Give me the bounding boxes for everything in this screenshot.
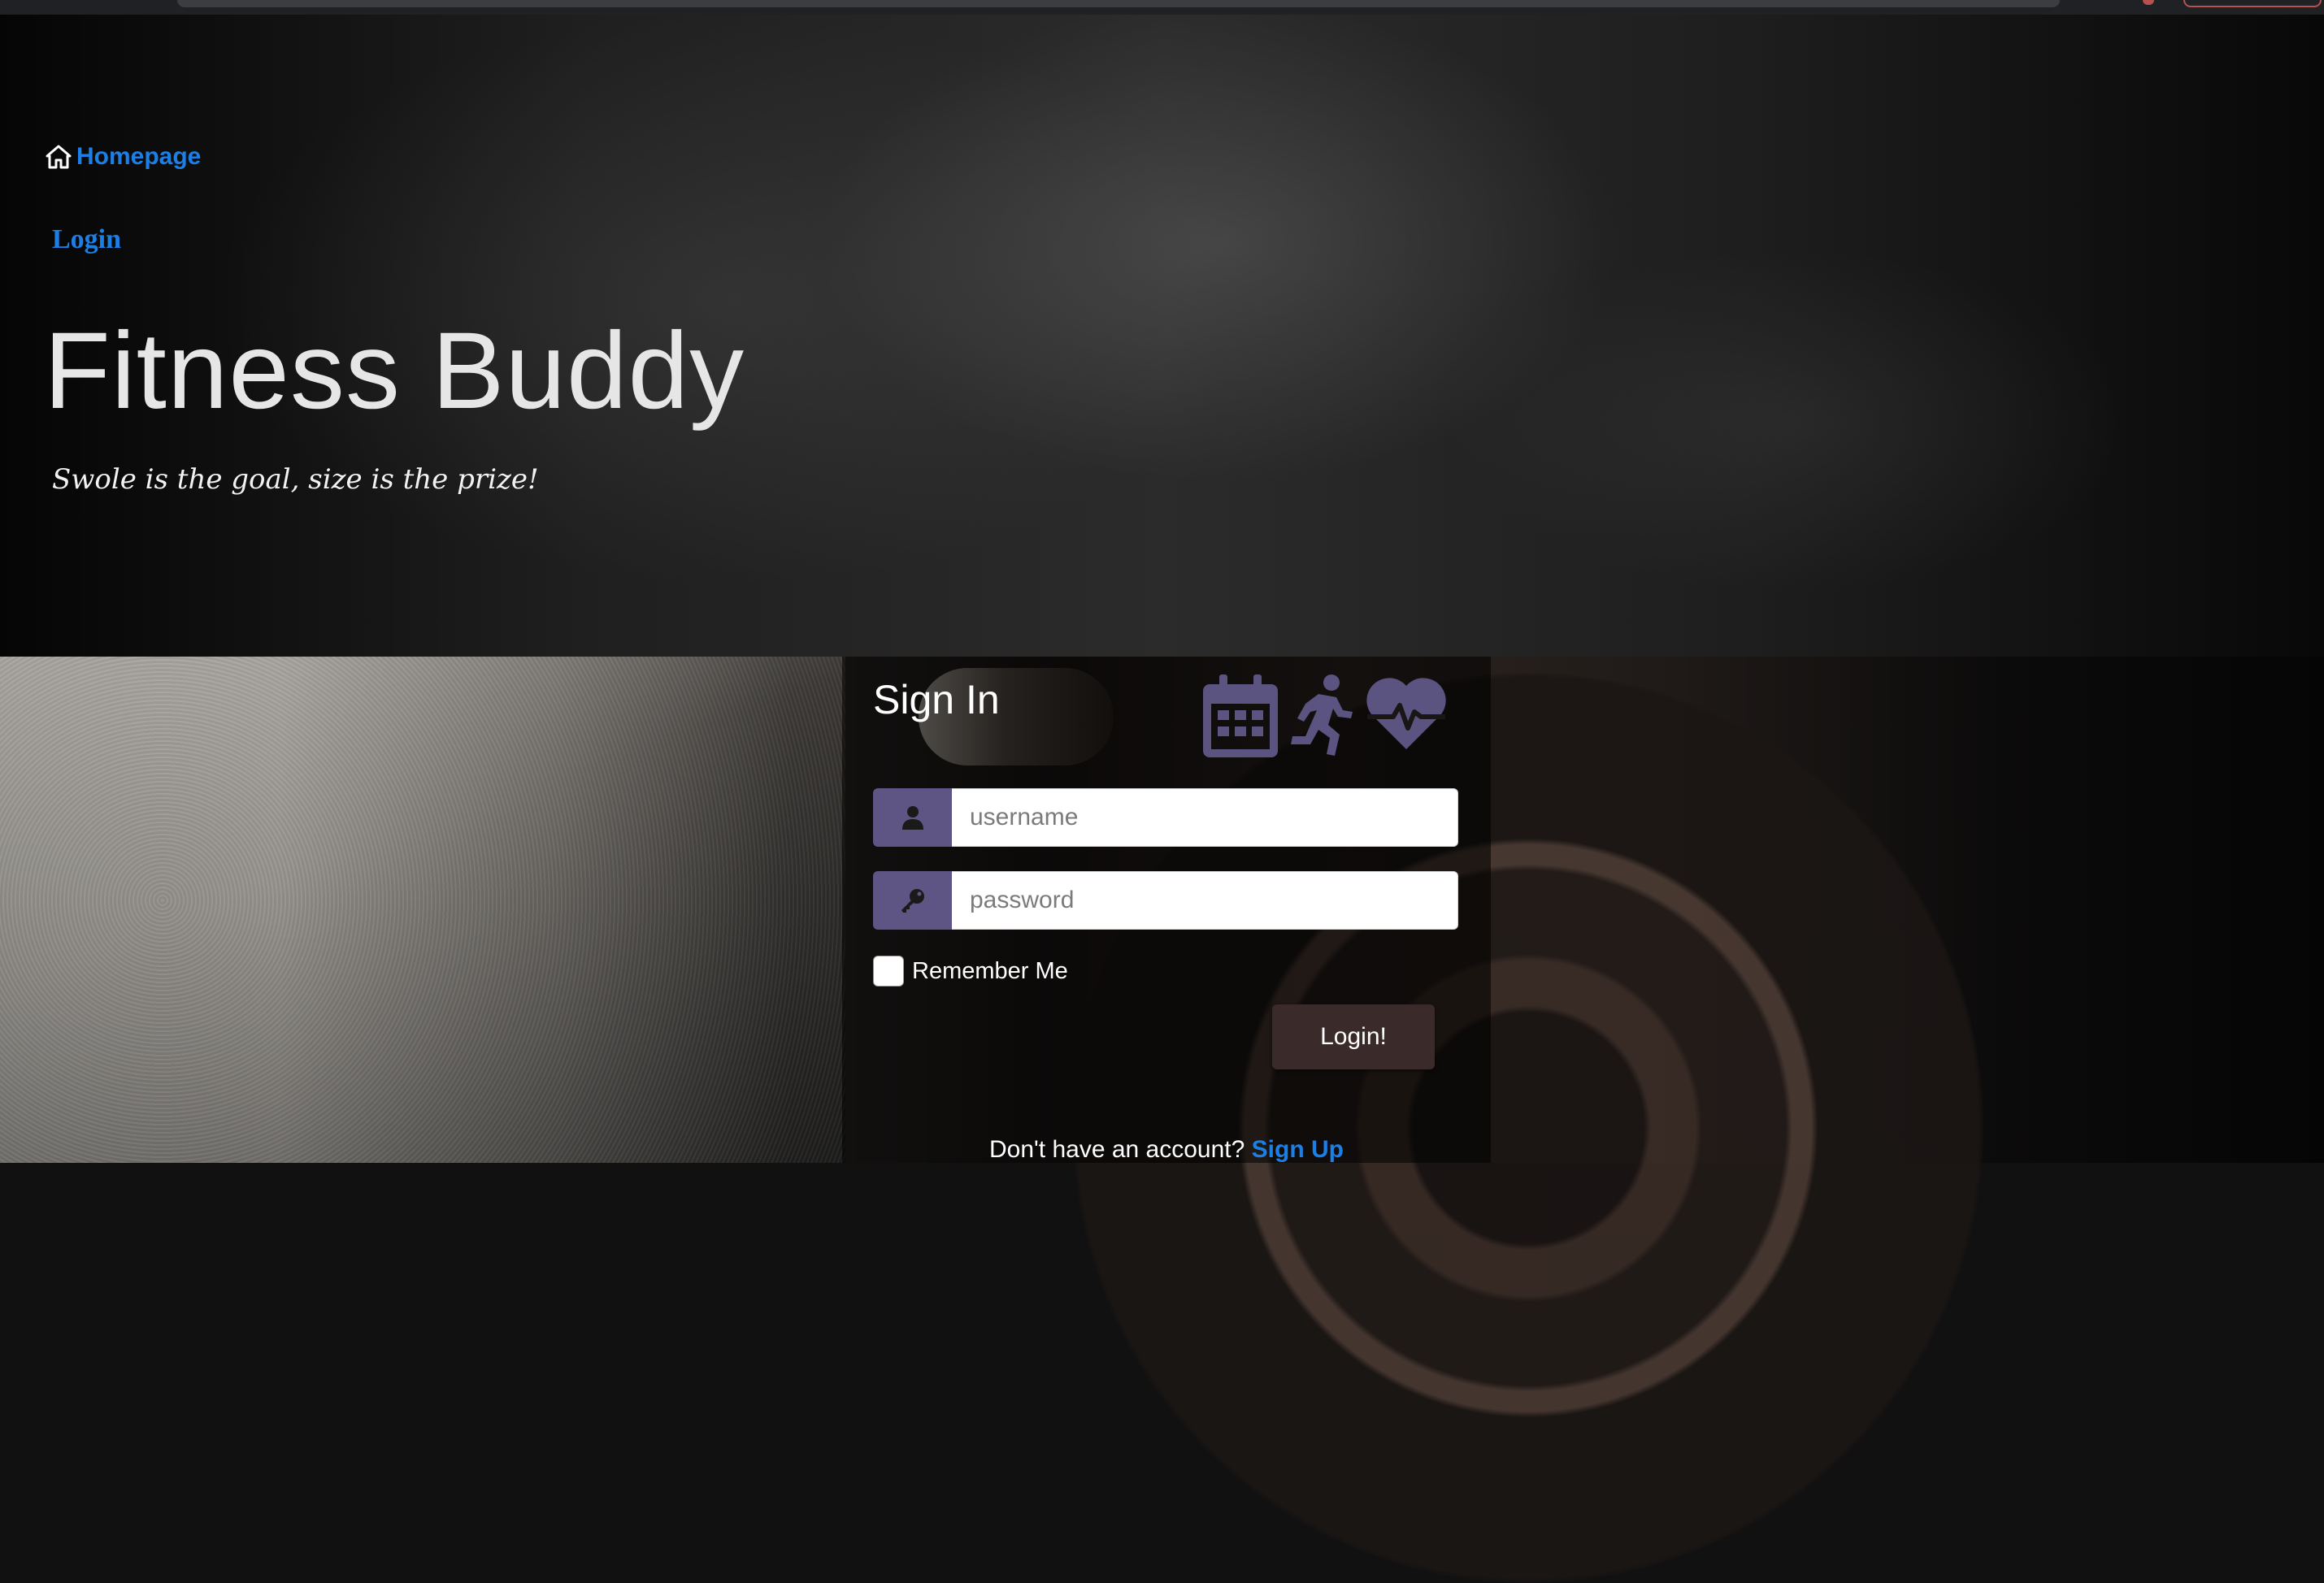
signup-prompt-line: Don't have an account? Sign Up bbox=[842, 1136, 1491, 1164]
calendar-icon bbox=[1203, 674, 1278, 757]
password-addon bbox=[873, 871, 952, 930]
user-icon bbox=[901, 806, 923, 830]
page-title: Fitness Buddy bbox=[44, 310, 745, 432]
signup-prompt: Don't have an account? bbox=[989, 1136, 1245, 1163]
password-group bbox=[873, 871, 1458, 930]
login-button[interactable]: Login! bbox=[1272, 1004, 1435, 1069]
running-person-icon bbox=[1291, 674, 1353, 756]
browser-chrome bbox=[0, 0, 2324, 15]
heartbeat-icon bbox=[1366, 678, 1446, 749]
signup-link[interactable]: Sign Up bbox=[1252, 1136, 1344, 1163]
header-icons bbox=[1203, 674, 1449, 757]
login-link[interactable]: Login bbox=[52, 224, 121, 255]
username-addon bbox=[873, 788, 952, 847]
homepage-link[interactable]: Homepage bbox=[46, 143, 201, 171]
browser-indicator bbox=[2143, 0, 2154, 5]
remember-me-label: Remember Me bbox=[912, 957, 1068, 984]
password-input[interactable] bbox=[952, 871, 1458, 930]
username-input[interactable] bbox=[952, 788, 1458, 847]
signin-title: Sign In bbox=[873, 677, 1000, 722]
browser-profile-button[interactable] bbox=[2183, 0, 2322, 7]
key-icon bbox=[901, 889, 924, 913]
tagline: Swole is the goal, size is the prize! bbox=[52, 463, 539, 496]
remember-me-checkbox[interactable] bbox=[873, 956, 904, 987]
signin-panel: Sign In username Remember Me Login! Don'… bbox=[842, 657, 1491, 1163]
remember-me[interactable]: Remember Me bbox=[873, 956, 1068, 987]
browser-tab-bar bbox=[177, 0, 2060, 7]
username-group bbox=[873, 788, 1458, 847]
background-texture bbox=[0, 657, 845, 1163]
hero-header: Homepage Login Fitness Buddy Swole is th… bbox=[0, 15, 2324, 657]
homepage-link-label: Homepage bbox=[76, 143, 202, 170]
home-icon bbox=[46, 145, 72, 169]
